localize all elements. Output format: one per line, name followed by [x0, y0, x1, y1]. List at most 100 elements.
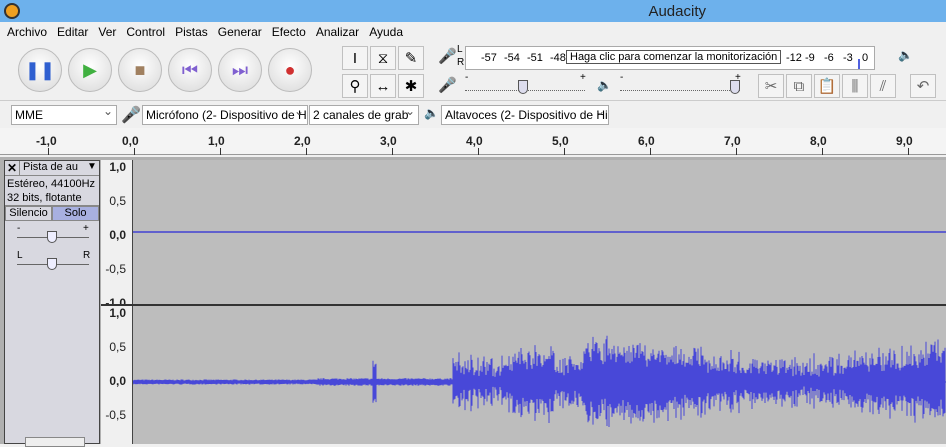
play-icon: ▶: [83, 59, 97, 80]
menu-ver[interactable]: Ver: [93, 22, 121, 42]
draw-tool-button[interactable]: ✎: [398, 46, 424, 70]
amplitude-label: 0,0: [109, 374, 126, 388]
meter-tick-label: -6: [824, 52, 834, 64]
amplitude-label: -0,5: [105, 408, 126, 422]
output-volume-slider[interactable]: [620, 90, 740, 91]
gain-slider-thumb[interactable]: [47, 231, 57, 243]
meter-tick-label: -54: [504, 52, 520, 64]
menu-ayuda[interactable]: Ayuda: [364, 22, 408, 42]
multi-tool-button[interactable]: ✱: [398, 74, 424, 98]
menu-editar[interactable]: Editar: [52, 22, 93, 42]
menu-efecto[interactable]: Efecto: [267, 22, 311, 42]
paste-button[interactable]: 📋: [814, 74, 840, 98]
zoom-tool-button[interactable]: ⚲: [342, 74, 368, 98]
envelope-tool-icon: ⧖: [377, 49, 389, 67]
microphone-icon: 🎤: [121, 107, 141, 124]
right-channel-label: R: [457, 57, 465, 68]
trim-button[interactable]: ⫼: [842, 74, 868, 98]
silence-button[interactable]: ⫽: [870, 74, 896, 98]
track-name-menu[interactable]: Pista de au: [20, 161, 87, 175]
channel-divider: [101, 304, 946, 306]
selection-tool-button[interactable]: I: [342, 46, 368, 70]
multi-tool-icon: ✱: [404, 78, 418, 95]
skip-end-button[interactable]: ⏭: [218, 48, 262, 92]
window-title: Audacity: [648, 3, 706, 20]
cut-button[interactable]: ✂: [758, 74, 784, 98]
amplitude-label: 0,5: [109, 194, 126, 208]
plus-label: +: [580, 72, 586, 83]
recording-channels-select[interactable]: 2 canales de grab: [309, 105, 419, 125]
ruler-tick-label: -1,0: [36, 134, 57, 148]
speaker-icon: 🔈: [898, 48, 913, 62]
recording-meter[interactable]: -57 -54 -51 -48 Haga clic para comenzar la m…: [465, 46, 875, 70]
input-volume-slider-thumb[interactable]: [517, 80, 528, 94]
stop-button[interactable]: ■: [118, 48, 162, 92]
meter-peak-marker: [858, 59, 860, 69]
ruler-tick: [306, 148, 307, 155]
skip-start-button[interactable]: ⏮: [168, 48, 212, 92]
vertical-scale-left: 1,0 0,5 0,0 -0,5 -1,0: [101, 160, 133, 310]
microphone-icon: 🎤: [438, 48, 457, 65]
ruler-tick: [134, 148, 135, 155]
undo-button[interactable]: ↶: [910, 74, 936, 98]
minus-label: -: [465, 72, 469, 83]
microphone-icon: 🎤: [438, 77, 457, 94]
monitoring-tooltip[interactable]: Haga clic para comenzar la monitorizació…: [566, 50, 782, 64]
meter-tick-label: -57: [481, 52, 497, 64]
ruler-tick: [736, 148, 737, 155]
recording-device-select[interactable]: Micrófono (2- Dispositivo de H: [142, 105, 308, 125]
menu-pistas[interactable]: Pistas: [170, 22, 213, 42]
paste-icon: 📋: [817, 78, 837, 95]
ruler-tick-label: 3,0: [380, 134, 397, 148]
solo-button[interactable]: Solo: [52, 206, 99, 221]
chevron-down-icon[interactable]: ▼: [87, 161, 99, 175]
timeshift-tool-button[interactable]: ↔: [370, 74, 396, 98]
amplitude-label: 0,0: [109, 228, 126, 242]
minus-label: -: [620, 72, 624, 83]
zoom-tool-icon: ⚲: [349, 78, 361, 95]
trim-icon: ⫼: [851, 77, 859, 95]
menu-generar[interactable]: Generar: [213, 22, 267, 42]
pause-button[interactable]: ❚❚: [18, 48, 62, 92]
menu-archivo[interactable]: Archivo: [2, 22, 52, 42]
amplitude-label: 1,0: [109, 160, 126, 174]
ruler-tick-label: 5,0: [552, 134, 569, 148]
menu-analizar[interactable]: Analizar: [311, 22, 364, 42]
amplitude-label: -0,5: [105, 262, 126, 276]
audio-host-select[interactable]: MME: [11, 105, 117, 125]
menu-control[interactable]: Control: [121, 22, 170, 42]
envelope-tool-button[interactable]: ⧖: [370, 46, 396, 70]
copy-button[interactable]: ⧉: [786, 74, 812, 98]
plus-label: +: [735, 72, 741, 83]
silence-icon: ⫽: [879, 77, 887, 95]
track-control-panel: ✕ Pista de au ▼ Estéreo, 44100Hz 32 bits…: [4, 160, 100, 447]
copy-icon: ⧉: [793, 77, 805, 95]
stop-icon: ■: [134, 59, 146, 80]
waveform-left-channel[interactable]: [133, 160, 946, 304]
close-track-button[interactable]: ✕: [5, 161, 20, 175]
play-button[interactable]: ▶: [68, 48, 112, 92]
draw-tool-icon: ✎: [404, 50, 418, 67]
ruler-tick: [392, 148, 393, 155]
gain-plus-label: +: [83, 223, 89, 234]
left-channel-label: L: [457, 44, 463, 55]
pan-slider-thumb[interactable]: [47, 258, 57, 270]
device-toolbar: MME 🎤 Micrófono (2- Dispositivo de H 2 c…: [0, 100, 946, 127]
gain-minus-label: -: [17, 223, 21, 234]
ruler-tick: [48, 148, 49, 155]
meter-tick-label: -48: [550, 52, 566, 64]
waveform-right-channel[interactable]: [133, 306, 946, 444]
timeline-ruler[interactable]: -1,0 0,0 1,0 2,0 3,0 4,0 5,0 6,0 7,0 8,0 9,0: [0, 128, 946, 155]
collapse-track-button[interactable]: [25, 437, 85, 447]
ruler-tick-label: 9,0: [896, 134, 913, 148]
mute-button[interactable]: Silencio: [5, 206, 52, 221]
skip-start-icon: ⏮: [181, 59, 199, 80]
menu-bar: Archivo Editar Ver Control Pistas Generar Efec…: [0, 22, 946, 42]
ruler-tick-label: 6,0: [638, 134, 655, 148]
meter-tick-label: -3: [843, 52, 853, 64]
pan-right-label: R: [83, 250, 91, 261]
ruler-tick-label: 8,0: [810, 134, 827, 148]
record-button[interactable]: ●: [268, 48, 312, 92]
ruler-tick-label: 2,0: [294, 134, 311, 148]
playback-device-select[interactable]: Altavoces (2- Dispositivo de Hi: [441, 105, 609, 125]
